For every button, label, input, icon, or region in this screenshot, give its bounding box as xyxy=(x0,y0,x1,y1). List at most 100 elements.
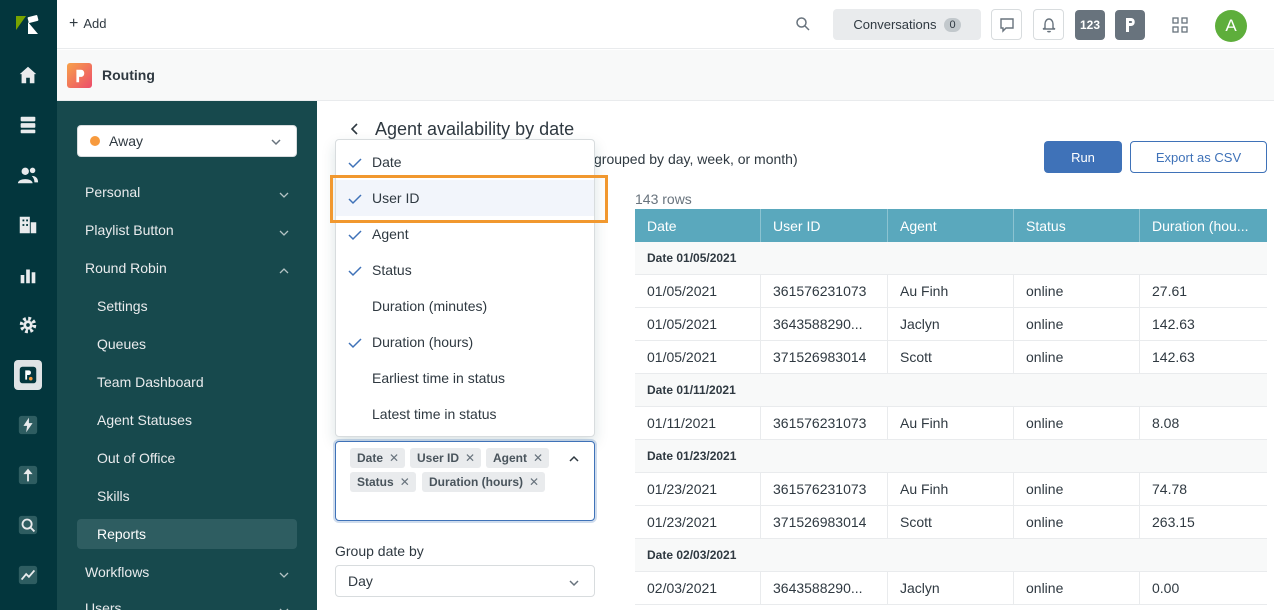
home-icon[interactable] xyxy=(14,61,42,89)
remove-tag-icon[interactable]: ✕ xyxy=(529,475,539,489)
cell-date: 01/23/2021 xyxy=(635,473,761,505)
views-icon[interactable] xyxy=(14,111,42,139)
row-count: 143 rows xyxy=(635,191,692,207)
column-header-agent[interactable]: Agent xyxy=(888,209,1014,242)
sidebar-item-users[interactable]: Users xyxy=(77,593,297,610)
upload-app-icon[interactable] xyxy=(14,461,42,489)
remove-tag-icon[interactable]: ✕ xyxy=(389,451,399,465)
menu-item-earliest-time[interactable]: Earliest time in status xyxy=(336,360,594,396)
sidebar-item-round-robin[interactable]: Round Robin xyxy=(77,253,297,283)
tag-user-id[interactable]: User ID ✕ xyxy=(410,448,482,468)
group-date-value: Day xyxy=(348,573,373,589)
tag-date[interactable]: Date ✕ xyxy=(350,448,406,468)
organizations-icon[interactable] xyxy=(14,211,42,239)
apps-grid-icon[interactable] xyxy=(1172,17,1188,33)
tag-label: Duration (hours) xyxy=(429,475,523,489)
chevron-down-icon xyxy=(270,135,282,147)
menu-item-label: Duration (hours) xyxy=(372,334,474,350)
notifications-bell-icon[interactable] xyxy=(1033,9,1064,40)
menu-item-latest-time[interactable]: Latest time in status xyxy=(336,396,594,432)
tag-duration-hours[interactable]: Duration (hours) ✕ xyxy=(422,472,546,492)
tag-status[interactable]: Status ✕ xyxy=(350,472,416,492)
menu-item-status[interactable]: Status xyxy=(336,252,594,288)
cell-user-id: 361576231073 xyxy=(761,473,888,505)
add-button[interactable]: + Add xyxy=(69,15,107,31)
menu-item-duration-hours[interactable]: Duration (hours) xyxy=(336,324,594,360)
sidebar-item-label: Personal xyxy=(85,184,141,200)
tag-agent[interactable]: Agent ✕ xyxy=(486,448,550,468)
trend-app-icon[interactable] xyxy=(14,561,42,589)
menu-item-label: Agent xyxy=(372,226,409,242)
add-label: Add xyxy=(83,16,107,31)
menu-item-duration-minutes[interactable]: Duration (minutes) xyxy=(336,288,594,324)
sidebar-item-out-of-office[interactable]: Out of Office xyxy=(77,443,297,473)
sidebar-item-queues[interactable]: Queues xyxy=(77,329,297,359)
sidebar-item-agent-statuses[interactable]: Agent Statuses xyxy=(77,405,297,435)
sidebar-item-settings[interactable]: Settings xyxy=(77,291,297,321)
chevron-left-icon[interactable] xyxy=(349,122,361,136)
export-csv-button[interactable]: Export as CSV xyxy=(1130,141,1267,173)
number-app-badge[interactable]: 123 xyxy=(1075,10,1105,40)
chevron-down-icon xyxy=(279,603,289,610)
sidebar-item-workflows[interactable]: Workflows xyxy=(77,557,297,587)
group-date-select[interactable]: Day xyxy=(335,565,595,597)
agent-status-select[interactable]: Away xyxy=(77,125,297,157)
cell-agent: Jaclyn xyxy=(888,308,1014,340)
cell-duration: 142.63 xyxy=(1152,349,1195,365)
cell-user-id: 371526983014 xyxy=(761,341,888,373)
cell-user-id: 3643588290... xyxy=(761,572,888,604)
columns-multiselect[interactable]: Date ✕ User ID ✕ Agent ✕ Status ✕ Durati… xyxy=(335,441,595,521)
cell-duration: 142.63 xyxy=(1152,316,1195,332)
sidebar-item-label: Out of Office xyxy=(97,450,176,466)
cell-status: online xyxy=(1014,473,1140,505)
cell-user-id: 361576231073 xyxy=(761,275,888,307)
sidebar-item-reports[interactable]: Reports xyxy=(77,519,297,549)
search-icon[interactable] xyxy=(795,16,811,32)
cell-agent: Au Finh xyxy=(888,275,1014,307)
table-row: 02/03/2021 3643588290... Jaclyn online 0… xyxy=(635,572,1267,605)
column-header-duration-hours[interactable]: Duration (hou... xyxy=(1140,209,1267,242)
sidebar-item-personal[interactable]: Personal xyxy=(77,177,297,207)
tag-label: User ID xyxy=(417,451,460,465)
run-button[interactable]: Run xyxy=(1044,141,1122,173)
search-app-icon[interactable] xyxy=(14,511,42,539)
remove-tag-icon[interactable]: ✕ xyxy=(400,475,410,489)
group-row: Date 02/03/2021 xyxy=(635,539,1267,572)
column-header-user-id[interactable]: User ID xyxy=(761,209,888,242)
customers-icon[interactable] xyxy=(14,161,42,189)
zendesk-logo-icon[interactable] xyxy=(14,12,42,38)
checkmark-icon xyxy=(348,156,362,169)
lightning-app-icon[interactable] xyxy=(14,411,42,439)
reporting-icon[interactable] xyxy=(14,261,42,289)
checkmark-icon xyxy=(348,228,362,241)
chevron-up-icon[interactable] xyxy=(568,452,580,464)
menu-item-label: Latest time in status xyxy=(372,406,497,422)
sidebar-item-label: Agent Statuses xyxy=(97,412,192,428)
cell-status: online xyxy=(1014,506,1140,538)
sidebar-item-team-dashboard[interactable]: Team Dashboard xyxy=(77,367,297,397)
conversations-label: Conversations xyxy=(853,17,937,32)
chevron-up-icon xyxy=(279,263,289,274)
admin-gear-icon[interactable] xyxy=(14,311,42,339)
column-header-date[interactable]: Date xyxy=(635,209,761,242)
sidebar-item-label: Users xyxy=(85,600,122,610)
app-title: Routing xyxy=(102,67,155,83)
cell-duration: 74.78 xyxy=(1152,481,1188,497)
user-avatar[interactable]: A xyxy=(1215,10,1247,42)
cell-agent: Au Finh xyxy=(888,407,1014,439)
cell-status: online xyxy=(1014,407,1140,439)
column-header-status[interactable]: Status xyxy=(1014,209,1140,242)
remove-tag-icon[interactable]: ✕ xyxy=(465,451,475,465)
table-row: 01/23/2021 371526983014 Scott online 263… xyxy=(635,506,1267,539)
conversations-count-badge: 0 xyxy=(944,17,961,32)
conversations-button[interactable]: Conversations 0 xyxy=(833,9,981,40)
remove-tag-icon[interactable]: ✕ xyxy=(533,451,543,465)
table-row: 01/05/2021 3643588290... Jaclyn online 1… xyxy=(635,308,1267,341)
cell-date: 01/05/2021 xyxy=(635,275,761,307)
report-main: Agent availability by date grouped by da… xyxy=(317,101,1274,610)
sidebar-item-playlist-button[interactable]: Playlist Button xyxy=(77,215,297,245)
chat-icon[interactable] xyxy=(991,9,1022,40)
routing-p-icon[interactable] xyxy=(1115,10,1145,40)
routing-app-icon[interactable] xyxy=(14,360,42,390)
sidebar-item-skills[interactable]: Skills xyxy=(77,481,297,511)
